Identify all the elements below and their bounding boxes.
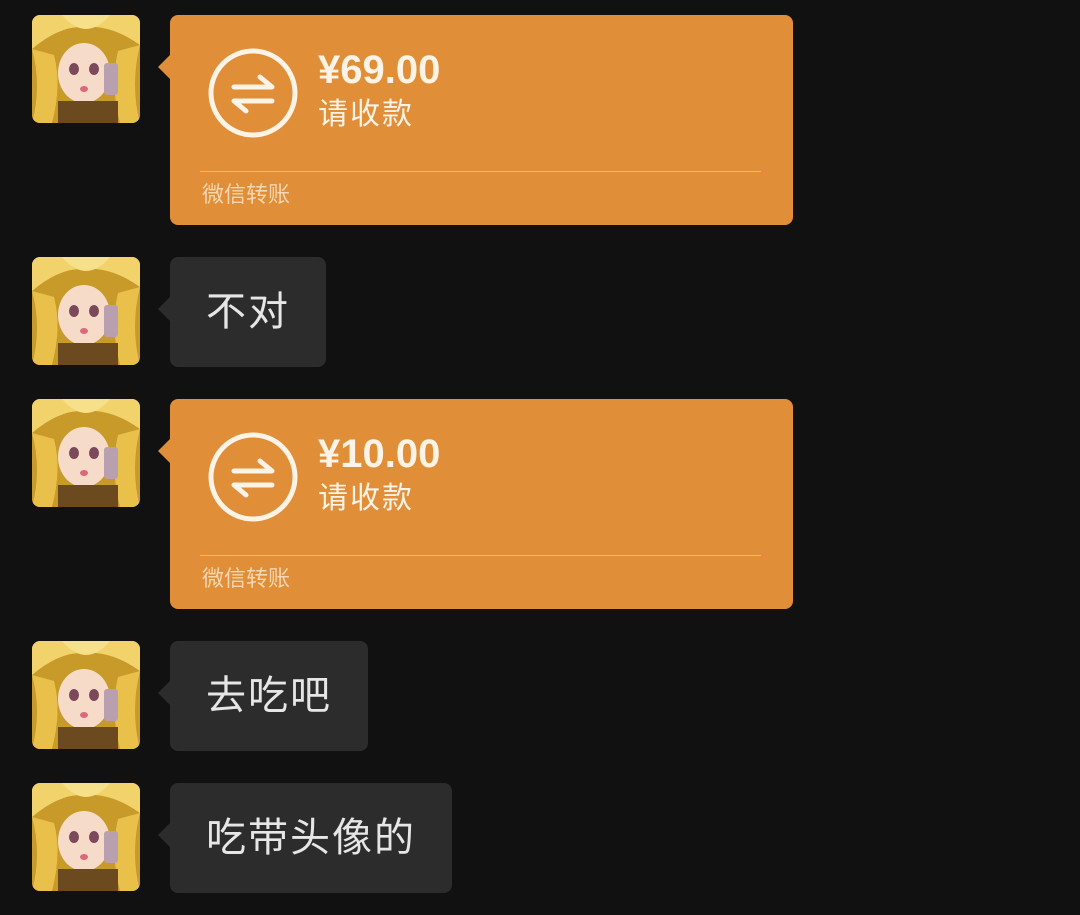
transfer-bubble[interactable]: ¥10.00 请收款 微信转账 <box>158 399 793 609</box>
transfer-bubble[interactable]: ¥69.00 请收款 微信转账 <box>158 15 793 225</box>
divider <box>200 555 761 556</box>
message-row: 吃带头像的 <box>0 783 1080 893</box>
avatar[interactable] <box>32 15 140 123</box>
transfer-footer-label: 微信转账 <box>202 183 291 208</box>
divider <box>200 171 761 172</box>
transfer-amount: ¥69.00 <box>318 48 441 92</box>
text-bubble[interactable]: 不对 <box>158 257 326 367</box>
transfer-status: 请收款 <box>318 97 414 132</box>
avatar-image <box>32 641 140 749</box>
message-row: ¥69.00 请收款 微信转账 <box>0 15 1080 225</box>
message-row: 去吃吧 <box>0 641 1080 751</box>
transfer-arrows-icon <box>207 47 299 139</box>
message-text: 去吃吧 <box>206 673 332 719</box>
transfer-arrows-icon <box>207 431 299 523</box>
message-text: 不对 <box>206 289 290 335</box>
transfer-status: 请收款 <box>318 481 414 516</box>
avatar-image <box>32 15 140 123</box>
message-row: 不对 <box>0 257 1080 367</box>
avatar[interactable] <box>32 399 140 507</box>
text-bubble[interactable]: 吃带头像的 <box>158 783 452 893</box>
avatar-image <box>32 257 140 365</box>
transfer-footer-label: 微信转账 <box>202 567 291 592</box>
avatar-image <box>32 783 140 891</box>
text-bubble[interactable]: 去吃吧 <box>158 641 368 751</box>
avatar-image <box>32 399 140 507</box>
message-row: ¥10.00 请收款 微信转账 <box>0 399 1080 609</box>
avatar[interactable] <box>32 641 140 749</box>
transfer-amount: ¥10.00 <box>318 432 441 476</box>
message-text: 吃带头像的 <box>206 815 416 861</box>
avatar[interactable] <box>32 257 140 365</box>
avatar[interactable] <box>32 783 140 891</box>
